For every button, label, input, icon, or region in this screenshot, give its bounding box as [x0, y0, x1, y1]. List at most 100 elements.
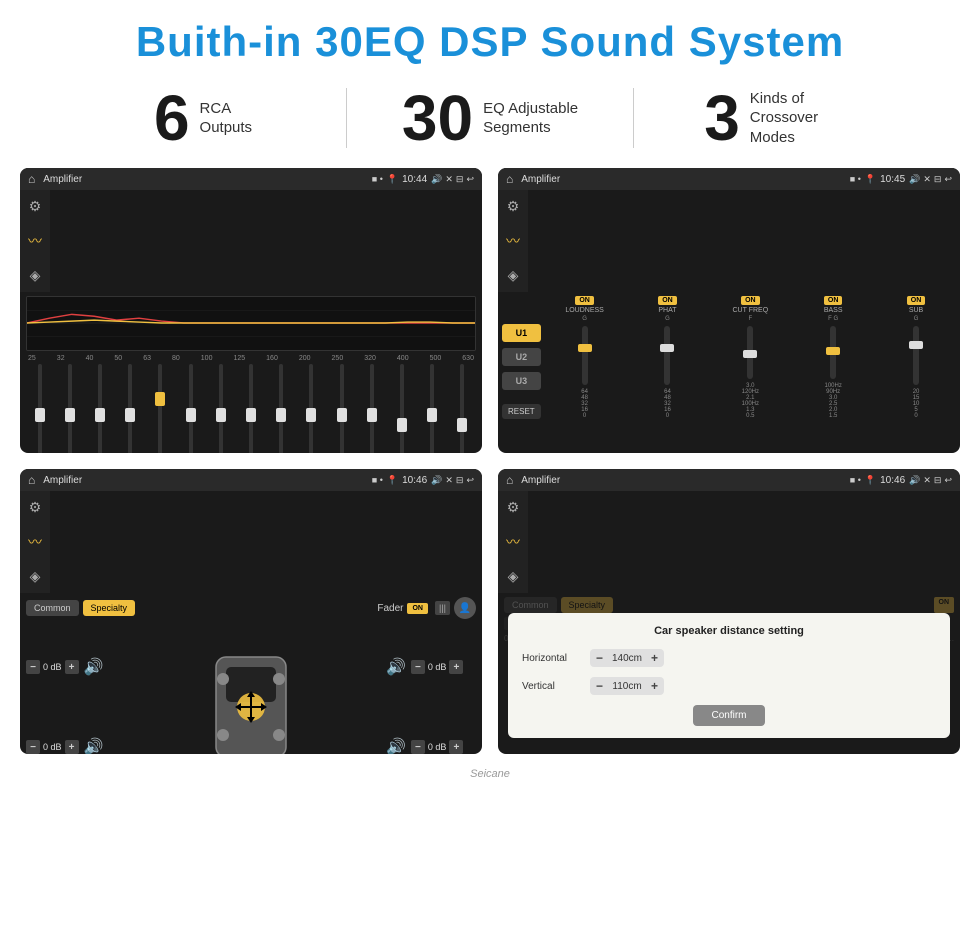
back-icon-4[interactable]: ↩ — [944, 475, 952, 486]
speaker-layout: − 0 dB + 🔊 − 0 dB + 🔊 — [26, 627, 476, 754]
watermark-text: Seicane — [470, 768, 510, 780]
dialog-title: Car speaker distance setting — [522, 625, 936, 637]
back-icon-1[interactable]: ↩ — [466, 174, 474, 185]
window-icon-2[interactable]: ⊟ — [934, 174, 942, 185]
loudness-label: LOUDNESS — [565, 307, 604, 314]
watermark: Seicane — [0, 764, 980, 782]
back-icon-3[interactable]: ↩ — [466, 475, 474, 486]
dist-sidebar-speaker[interactable]: ◈ — [508, 568, 519, 585]
speaker-rl-plus[interactable]: + — [65, 740, 79, 754]
screen3-icons: ■ • — [372, 475, 383, 485]
fader-tab-common[interactable]: Common — [26, 600, 79, 616]
cross-channel-phat: ON PHAT G 64 48 32 16 0 — [628, 296, 708, 419]
screen-fader: ⌂ Amplifier ■ • 📍 10:46 🔊 ✕ ⊟ ↩ ⚙ 〰 ◈ Co… — [20, 469, 482, 754]
home-icon-2[interactable]: ⌂ — [506, 172, 513, 186]
fader-main-panel: Common Specialty Fader ON ||| 👤 − 0 dB — [20, 593, 482, 754]
window-icon-1[interactable]: ⊟ — [456, 174, 464, 185]
home-icon-3[interactable]: ⌂ — [28, 473, 35, 487]
cross-screen-content: ⚙ 〰 ◈ U1 U2 U3 RESET ON LOUDNESS G — [498, 190, 960, 423]
loudness-slider[interactable] — [582, 326, 588, 385]
close-icon-4[interactable]: ✕ — [923, 475, 931, 486]
stat-eq-label: EQ AdjustableSegments — [483, 99, 578, 138]
speaker-rr-plus[interactable]: + — [449, 740, 463, 754]
fader-sidebar-eq[interactable]: 〰 — [28, 532, 42, 552]
dist-sidebar-eq[interactable]: 〰 — [506, 532, 520, 552]
close-icon-3[interactable]: ✕ — [445, 475, 453, 486]
window-icon-3[interactable]: ⊟ — [456, 475, 464, 486]
screens-grid: ⌂ Amplifier ■ • 📍 10:44 🔊 ✕ ⊟ ↩ ⚙ 〰 ◈ — [0, 168, 980, 764]
eq-slider-1: 0 — [56, 364, 83, 453]
cross-u1-btn[interactable]: U1 — [502, 324, 541, 342]
status-icons-1: 🔊 ✕ ⊟ ↩ — [431, 174, 474, 185]
home-icon-4[interactable]: ⌂ — [506, 473, 513, 487]
home-icon-1[interactable]: ⌂ — [28, 172, 35, 186]
eq-graph — [26, 296, 476, 351]
horizontal-plus[interactable]: + — [651, 651, 658, 665]
phat-label: PHAT — [658, 307, 676, 314]
speaker-fr-plus[interactable]: + — [449, 660, 463, 674]
fader-profile-btn[interactable]: 👤 — [454, 597, 476, 619]
speaker-rr-icon: 🔊 — [386, 737, 406, 754]
cross-sidebar-eq[interactable]: 〰 — [506, 231, 520, 251]
cutfreq-slider[interactable] — [747, 326, 753, 379]
eq-slider-7: 0 — [237, 364, 264, 453]
vertical-minus[interactable]: − — [596, 679, 603, 693]
vol-icon-4: 🔊 — [909, 475, 920, 486]
horizontal-val: 140cm — [607, 653, 647, 664]
stat-crossover-number: 3 — [704, 86, 740, 150]
cross-u2-btn[interactable]: U2 — [502, 348, 541, 366]
dist-bg-tab-common: Common — [504, 597, 557, 613]
window-icon-4[interactable]: ⊟ — [934, 475, 942, 486]
sub-label: SUB — [909, 307, 923, 314]
fader-tab-specialty[interactable]: Specialty — [83, 600, 136, 616]
stat-rca-number: 6 — [154, 86, 190, 150]
screen2-title: Amplifier — [521, 174, 846, 185]
vertical-plus[interactable]: + — [651, 679, 658, 693]
fader-label: Fader — [377, 603, 403, 614]
speaker-rl-val: 0 dB — [43, 742, 62, 752]
screen1-title: Amplifier — [43, 174, 368, 185]
fader-bars: ||| — [435, 601, 450, 615]
phat-slider[interactable] — [664, 326, 670, 385]
fader-on-toggle[interactable]: ON — [407, 603, 428, 614]
cutfreq-toggle[interactable]: ON — [741, 296, 760, 305]
cross-u3-btn[interactable]: U3 — [502, 372, 541, 390]
speaker-fr-icon: 🔊 — [386, 657, 406, 677]
sub-toggle[interactable]: ON — [907, 296, 926, 305]
cross-u-column: U1 U2 U3 RESET — [502, 296, 541, 419]
loudness-toggle[interactable]: ON — [575, 296, 594, 305]
dist-sidebar-settings[interactable]: ⚙ — [507, 499, 520, 516]
status-bar-3: ⌂ Amplifier ■ • 📍 10:46 🔊 ✕ ⊟ ↩ — [20, 469, 482, 491]
speaker-fl-plus[interactable]: + — [65, 660, 79, 674]
cross-reset-btn[interactable]: RESET — [502, 404, 541, 419]
close-icon-2[interactable]: ✕ — [923, 174, 931, 185]
fader-sidebar-speaker[interactable]: ◈ — [30, 568, 41, 585]
confirm-button[interactable]: Confirm — [693, 705, 764, 726]
horizontal-minus[interactable]: − — [596, 651, 603, 665]
cross-sidebar-speaker[interactable]: ◈ — [508, 267, 519, 284]
speaker-fr-minus[interactable]: − — [411, 660, 425, 674]
sub-slider[interactable] — [913, 326, 919, 385]
cross-sidebar-settings[interactable]: ⚙ — [507, 198, 520, 215]
speaker-fl-minus[interactable]: − — [26, 660, 40, 674]
distance-dialog: Car speaker distance setting Horizontal … — [508, 613, 950, 738]
eq-slider-2: 0 — [86, 364, 113, 453]
eq-slider-14: -1 — [449, 364, 476, 453]
horizontal-row: Horizontal − 140cm + — [522, 649, 936, 667]
bass-slider[interactable] — [830, 326, 836, 379]
status-icons-3: 🔊 ✕ ⊟ ↩ — [431, 475, 474, 486]
speaker-rl-minus[interactable]: − — [26, 740, 40, 754]
speaker-fr-val: 0 dB — [428, 662, 447, 672]
speaker-rr-minus[interactable]: − — [411, 740, 425, 754]
fader-sidebar-settings[interactable]: ⚙ — [29, 499, 42, 516]
screen4-time: 10:46 — [880, 475, 905, 486]
eq-sidebar-speaker[interactable]: ◈ — [30, 267, 41, 284]
eq-sidebar-eq[interactable]: 〰 — [28, 231, 42, 251]
close-icon-1[interactable]: ✕ — [445, 174, 453, 185]
bass-toggle[interactable]: ON — [824, 296, 843, 305]
phat-toggle[interactable]: ON — [658, 296, 677, 305]
back-icon-2[interactable]: ↩ — [944, 174, 952, 185]
eq-sidebar-settings[interactable]: ⚙ — [29, 198, 42, 215]
stat-eq: 30 EQ AdjustableSegments — [347, 86, 633, 150]
car-diagram-container — [124, 627, 378, 754]
